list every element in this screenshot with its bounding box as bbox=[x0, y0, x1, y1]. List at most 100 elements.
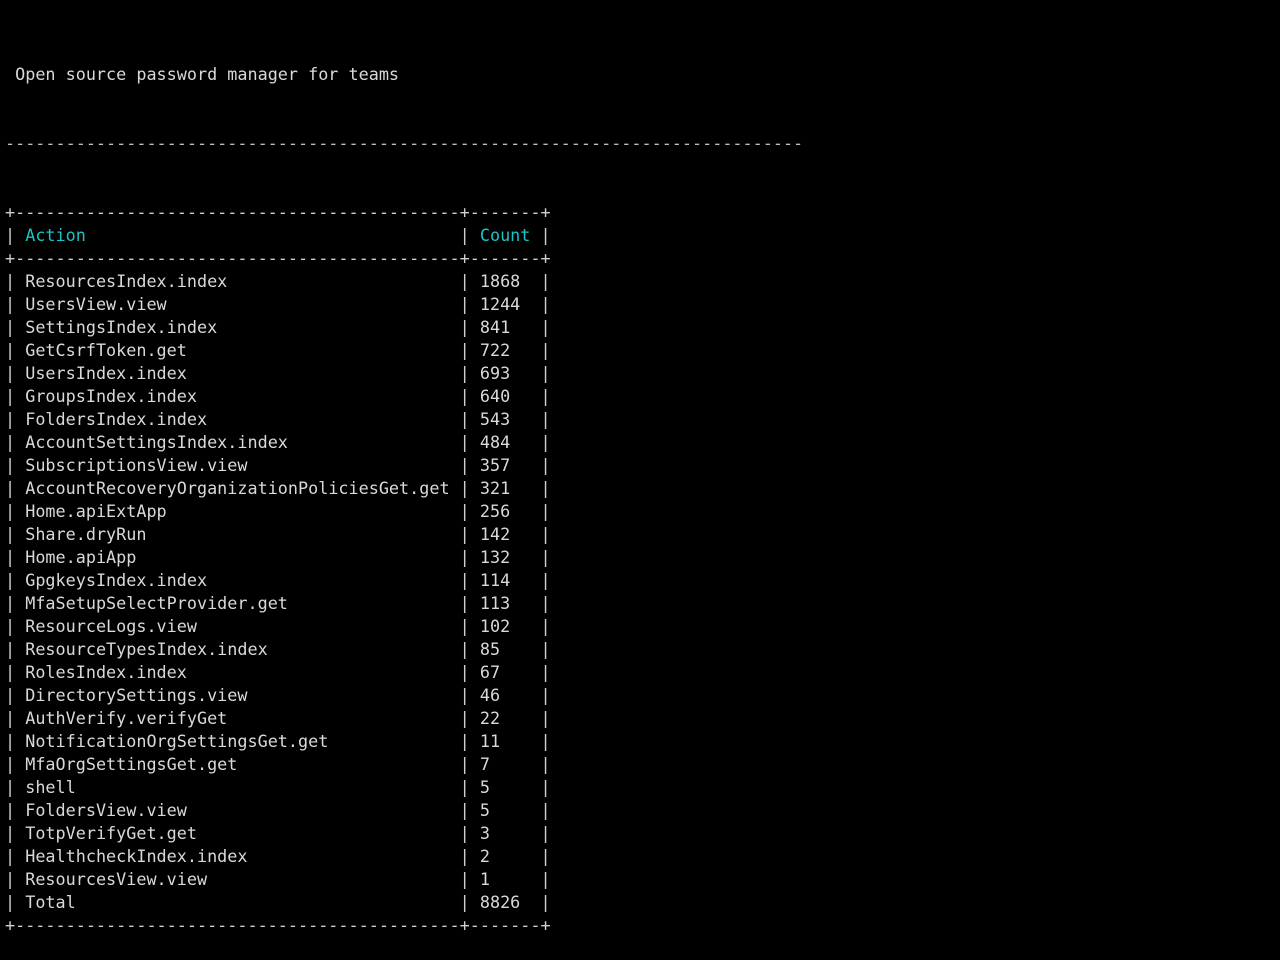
count-cell: 484 bbox=[479, 432, 531, 452]
action-cell: MfaOrgSettingsGet.get bbox=[25, 754, 450, 774]
cell-divider: | bbox=[449, 547, 480, 567]
cell-divider: | bbox=[449, 662, 480, 682]
table-header-row: | Action | Count | bbox=[5, 224, 803, 247]
cell-divider: | bbox=[5, 823, 26, 843]
stats-table: +---------------------------------------… bbox=[5, 201, 803, 937]
cell-divider: | bbox=[5, 777, 26, 797]
terminal-output: Open source password manager for teams -… bbox=[5, 17, 803, 960]
cell-divider: | bbox=[449, 593, 480, 613]
table-border-top: +---------------------------------------… bbox=[5, 202, 551, 222]
cell-divider: | bbox=[530, 685, 551, 705]
cell-divider: | bbox=[5, 317, 26, 337]
cell-divider: | bbox=[5, 616, 26, 636]
cell-divider: | bbox=[530, 731, 551, 751]
table-row: | GroupsIndex.index | 640 | bbox=[5, 385, 803, 408]
cell-divider: | bbox=[449, 478, 480, 498]
count-cell: 11 bbox=[479, 731, 531, 751]
cell-divider: | bbox=[449, 294, 480, 314]
cell-divider: | bbox=[530, 294, 551, 314]
table-row: | ResourcesView.view | 1 | bbox=[5, 868, 803, 891]
action-cell: shell bbox=[25, 777, 450, 797]
count-cell: 132 bbox=[479, 547, 531, 567]
action-cell: ResourceLogs.view bbox=[25, 616, 450, 636]
cell-divider: | bbox=[530, 386, 551, 406]
count-cell: 5 bbox=[479, 800, 531, 820]
cell-divider: | bbox=[5, 593, 26, 613]
table-row: | TotpVerifyGet.get | 3 | bbox=[5, 822, 803, 845]
cell-divider: | bbox=[530, 616, 551, 636]
table-border-header: +---------------------------------------… bbox=[5, 248, 551, 268]
action-cell: HealthcheckIndex.index bbox=[25, 846, 450, 866]
cell-divider: | bbox=[5, 478, 26, 498]
cell-divider: | bbox=[530, 432, 551, 452]
action-cell: GpgkeysIndex.index bbox=[25, 570, 450, 590]
count-cell: 640 bbox=[479, 386, 531, 406]
column-header-count: Count bbox=[479, 225, 531, 245]
table-row: | AuthVerify.verifyGet | 22 | bbox=[5, 707, 803, 730]
table-row: | UsersView.view | 1244 | bbox=[5, 293, 803, 316]
count-cell: 102 bbox=[479, 616, 531, 636]
count-cell: 113 bbox=[479, 593, 531, 613]
table-row: | ResourcesIndex.index | 1868 | bbox=[5, 270, 803, 293]
action-cell: AccountRecoveryOrganizationPoliciesGet.g… bbox=[25, 478, 450, 498]
cell-divider: | bbox=[449, 823, 480, 843]
cell-divider: | bbox=[449, 800, 480, 820]
cell-divider: | bbox=[530, 547, 551, 567]
cell-divider: | bbox=[530, 524, 551, 544]
count-cell: 46 bbox=[479, 685, 531, 705]
action-cell: UsersIndex.index bbox=[25, 363, 450, 383]
action-cell: GroupsIndex.index bbox=[25, 386, 450, 406]
count-cell: 7 bbox=[479, 754, 531, 774]
action-cell: RolesIndex.index bbox=[25, 662, 450, 682]
cell-divider: | bbox=[530, 846, 551, 866]
cell-divider: | bbox=[449, 846, 480, 866]
cell-divider: | bbox=[5, 409, 26, 429]
cell-divider: | bbox=[449, 271, 480, 291]
table-row: | shell | 5 | bbox=[5, 776, 803, 799]
cell-divider: | bbox=[5, 731, 26, 751]
cell-divider: | bbox=[5, 570, 26, 590]
action-cell: DirectorySettings.view bbox=[25, 685, 450, 705]
cell-divider: | bbox=[5, 340, 26, 360]
cell-divider: | bbox=[530, 225, 551, 245]
count-cell: 22 bbox=[479, 708, 531, 728]
table-row: | Home.apiExtApp | 256 | bbox=[5, 500, 803, 523]
count-cell: 841 bbox=[479, 317, 531, 337]
total-label: Total bbox=[25, 892, 450, 912]
cell-divider: | bbox=[449, 363, 480, 383]
table-row: | DirectorySettings.view | 46 | bbox=[5, 684, 803, 707]
table-row: | UsersIndex.index | 693 | bbox=[5, 362, 803, 385]
count-cell: 142 bbox=[479, 524, 531, 544]
cell-divider: | bbox=[530, 501, 551, 521]
count-cell: 321 bbox=[479, 478, 531, 498]
cell-divider: | bbox=[530, 823, 551, 843]
cell-divider: | bbox=[5, 754, 26, 774]
cell-divider: | bbox=[530, 639, 551, 659]
action-cell: ResourcesView.view bbox=[25, 869, 450, 889]
action-cell: UsersView.view bbox=[25, 294, 450, 314]
count-cell: 722 bbox=[479, 340, 531, 360]
table-row: | HealthcheckIndex.index | 2 | bbox=[5, 845, 803, 868]
cell-divider: | bbox=[5, 524, 26, 544]
count-cell: 3 bbox=[479, 823, 531, 843]
table-row: | SubscriptionsView.view | 357 | bbox=[5, 454, 803, 477]
cell-divider: | bbox=[5, 501, 26, 521]
table-row: | GetCsrfToken.get | 722 | bbox=[5, 339, 803, 362]
cell-divider: | bbox=[449, 501, 480, 521]
cell-divider: | bbox=[449, 570, 480, 590]
table-border-bottom: +---------------------------------------… bbox=[5, 915, 551, 935]
cell-divider: | bbox=[530, 662, 551, 682]
count-cell: 543 bbox=[479, 409, 531, 429]
action-cell: GetCsrfToken.get bbox=[25, 340, 450, 360]
table-row: | NotificationOrgSettingsGet.get | 11 | bbox=[5, 730, 803, 753]
separator-line: ----------------------------------------… bbox=[5, 133, 804, 153]
cell-divider: | bbox=[449, 317, 480, 337]
cell-divider: | bbox=[5, 708, 26, 728]
action-cell: SettingsIndex.index bbox=[25, 317, 450, 337]
cell-divider: | bbox=[449, 225, 480, 245]
cell-divider: | bbox=[449, 892, 480, 912]
cell-divider: | bbox=[449, 386, 480, 406]
column-header-action: Action bbox=[25, 225, 450, 245]
cell-divider: | bbox=[530, 708, 551, 728]
count-cell: 1868 bbox=[479, 271, 531, 291]
